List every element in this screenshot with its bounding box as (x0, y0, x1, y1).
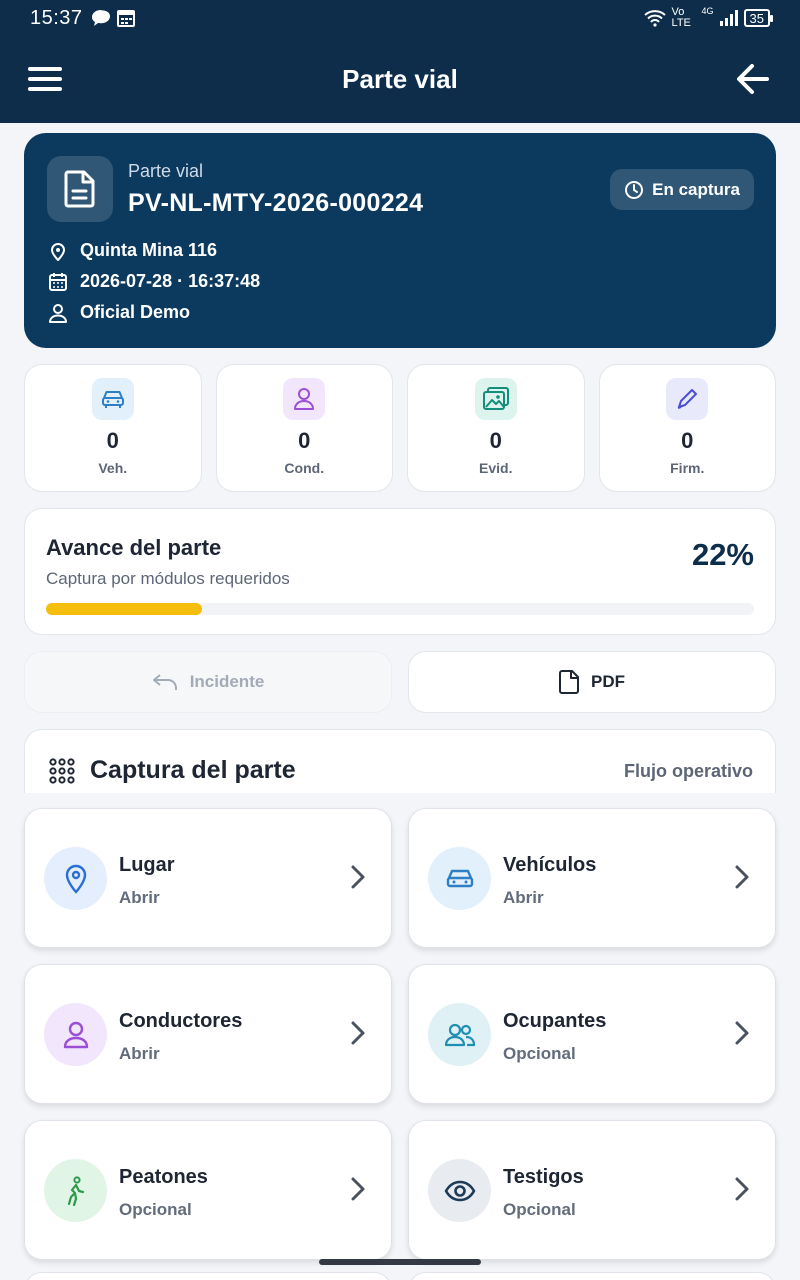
chevron-right-icon (351, 865, 365, 889)
stat-vehicles[interactable]: 0 Veh. (24, 364, 202, 492)
stat-label: Veh. (98, 460, 128, 476)
section-title: Captura del parte (90, 756, 296, 784)
pdf-label: PDF (591, 672, 625, 691)
progress-card: Avance del parte Captura por módulos req… (24, 508, 776, 635)
grid-icon (49, 758, 75, 784)
network-badge: 4G (701, 6, 714, 16)
image-icon (474, 378, 517, 420)
home-indicator[interactable] (319, 1259, 481, 1265)
report-header-card: Parte vial PV-NL-MTY-2026-000224 En capt… (24, 133, 776, 348)
chevron-right-icon (735, 865, 749, 889)
app-bar: Parte vial (0, 36, 800, 123)
chevron-right-icon (351, 1177, 365, 1201)
signal-icon (719, 10, 738, 26)
pdf-button[interactable]: PDF (408, 651, 776, 713)
status-bar: 15:37 Vo LTE 4G 35 (0, 0, 800, 36)
datetime-text: 2026-07-28 · 16:37:48 (80, 271, 261, 291)
module-status: Opcional (503, 1044, 576, 1063)
user-icon (44, 1003, 107, 1066)
module-name: Ocupantes (503, 1010, 607, 1032)
stat-value: 0 (681, 428, 694, 453)
stat-label: Evid. (479, 460, 513, 476)
module-vehiculos[interactable]: Vehículos Abrir (408, 808, 776, 948)
location-text: Quinta Mina 116 (80, 240, 218, 260)
stat-drivers[interactable]: 0 Cond. (215, 364, 393, 492)
officer-row: Oficial Demo (48, 302, 190, 323)
reply-arrow-icon (152, 674, 177, 690)
eye-icon (428, 1159, 491, 1222)
stat-label: Cond. (284, 460, 325, 476)
module-conductores[interactable]: Conductores Abrir (24, 964, 392, 1104)
stat-label: Firm. (670, 460, 705, 476)
officer-text: Oficial Demo (80, 302, 191, 322)
incident-button[interactable]: Incidente (24, 651, 392, 713)
stat-value: 0 (106, 428, 119, 453)
stat-value: 0 (489, 428, 502, 453)
modules-grid: Lugar Abrir Vehículos Abrir Conductores … (24, 808, 776, 1260)
module-lugar[interactable]: Lugar Abrir (24, 808, 392, 948)
stat-value: 0 (298, 428, 311, 453)
status-time: 15:37 (30, 6, 83, 29)
module-status: Abrir (503, 888, 544, 907)
user-icon (49, 303, 67, 323)
chat-notification-icon (91, 10, 110, 26)
next-modules-peek (24, 1272, 776, 1280)
progress-subtitle: Captura por módulos requeridos (46, 569, 290, 588)
file-icon (559, 670, 579, 694)
section-header: Captura del parte Flujo operativo (24, 729, 776, 793)
progress-fill (46, 603, 202, 615)
module-status: Abrir (119, 888, 160, 907)
network-type: Vo LTE (671, 6, 691, 29)
chevron-right-icon (735, 1177, 749, 1201)
datetime-row: 2026-07-28 · 16:37:48 (48, 271, 260, 292)
battery-level: 35 (749, 10, 764, 26)
status-badge: En captura (610, 169, 754, 210)
module-peek[interactable] (408, 1272, 776, 1280)
car-icon (91, 378, 134, 420)
module-ocupantes[interactable]: Ocupantes Opcional (408, 964, 776, 1104)
location-row: Quinta Mina 116 (48, 240, 217, 261)
module-name: Testigos (503, 1166, 584, 1188)
report-kind: Parte vial (128, 161, 204, 181)
status-label: En captura (652, 179, 740, 199)
clock-icon (625, 180, 644, 199)
back-arrow-icon[interactable] (736, 62, 770, 96)
module-name: Peatones (119, 1166, 208, 1188)
menu-icon[interactable] (28, 64, 62, 94)
actions-row: Incidente PDF (24, 651, 776, 713)
calendar-icon (49, 272, 67, 291)
car-icon (428, 847, 491, 910)
module-testigos[interactable]: Testigos Opcional (408, 1120, 776, 1260)
location-pin-icon (44, 847, 107, 910)
module-peek[interactable] (24, 1272, 392, 1280)
chevron-right-icon (735, 1021, 749, 1045)
module-name: Conductores (119, 1010, 243, 1032)
wifi-icon (643, 10, 666, 27)
module-name: Vehículos (503, 854, 597, 876)
users-icon (428, 1003, 491, 1066)
module-status: Abrir (119, 1044, 160, 1063)
module-name: Lugar (119, 854, 175, 876)
module-status: Opcional (503, 1200, 576, 1219)
module-status: Opcional (119, 1200, 192, 1219)
pencil-icon (666, 378, 709, 420)
stat-evidence[interactable]: 0 Evid. (407, 364, 585, 492)
document-icon (47, 156, 113, 222)
stat-signatures[interactable]: 0 Firm. (598, 364, 776, 492)
user-icon (283, 378, 326, 420)
chevron-right-icon (351, 1021, 365, 1045)
section-link[interactable]: Flujo operativo (624, 761, 753, 782)
pedestrian-icon (44, 1159, 107, 1222)
report-folio: PV-NL-MTY-2026-000224 (128, 189, 424, 217)
stats-row: 0 Veh. 0 Cond. 0 Evid. 0 Firm. (24, 364, 776, 492)
progress-track (46, 603, 754, 615)
progress-percent: 22% (691, 537, 754, 572)
page-title: Parte vial (342, 64, 458, 94)
location-pin-icon (50, 242, 66, 261)
calendar-notification-icon (116, 10, 135, 27)
battery-icon: 35 (743, 9, 774, 27)
progress-title: Avance del parte (46, 535, 222, 560)
incident-label: Incidente (189, 672, 265, 691)
module-peatones[interactable]: Peatones Opcional (24, 1120, 392, 1260)
